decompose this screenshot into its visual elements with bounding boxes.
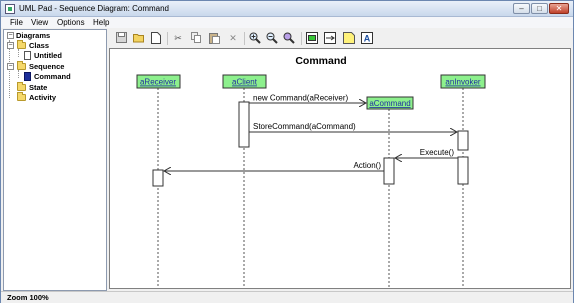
document-icon [24, 51, 31, 60]
tree-node-command[interactable]: Command [22, 72, 102, 82]
toolbar-separator [244, 32, 245, 45]
object-command[interactable]: aCommand [366, 96, 414, 110]
add-text-icon[interactable]: A [361, 32, 373, 44]
tree-node-untitled[interactable]: Untitled [22, 51, 102, 61]
sequence-diagram: Command aReceiver aClient aCommand anInv… [136, 55, 486, 288]
toolbar-separator [301, 32, 302, 45]
object-receiver[interactable]: aReceiver [136, 74, 181, 89]
zoom-status: Zoom 100% [7, 293, 49, 302]
menu-help[interactable]: Help [93, 18, 109, 27]
save-icon[interactable] [115, 32, 127, 44]
paste-icon[interactable] [208, 32, 220, 44]
message-label-action: Action() [353, 161, 381, 170]
object-label-command: aCommand [369, 99, 410, 108]
sequence-diagram-icon [24, 72, 31, 81]
maximize-button[interactable]: □ [531, 3, 548, 14]
app-window: UML Pad - Sequence Diagram: Command – □ … [0, 0, 574, 303]
title-bar[interactable]: UML Pad - Sequence Diagram: Command – □ … [1, 1, 573, 17]
zoom-in-icon[interactable] [249, 32, 261, 44]
activation-client[interactable] [238, 101, 250, 148]
menu-bar: File View Options Help [1, 17, 573, 28]
message-label-execute: Execute() [420, 148, 455, 157]
copy-icon[interactable] [190, 32, 202, 44]
collapse-icon[interactable]: − [7, 63, 14, 70]
tree-node-class[interactable]: − Class [7, 40, 102, 51]
minimize-button[interactable]: – [513, 3, 530, 14]
app-icon [5, 4, 15, 14]
add-note-icon[interactable] [343, 32, 355, 44]
object-label-receiver: aReceiver [140, 78, 176, 87]
svg-text:A: A [364, 34, 371, 44]
folder-icon [17, 82, 26, 91]
toolbar-separator [167, 32, 168, 45]
tree-label-sequence: Sequence [29, 62, 65, 71]
zoom-fit-icon[interactable] [283, 32, 295, 44]
zoom-out-icon[interactable] [266, 32, 278, 44]
diagram-tree[interactable]: − Diagrams − Class Untitled − Sequence C… [3, 29, 107, 291]
object-client[interactable]: aClient [222, 74, 267, 89]
object-invoker[interactable]: anInvoker [440, 74, 486, 89]
menu-file[interactable]: File [10, 18, 23, 27]
add-object-icon[interactable] [306, 32, 318, 44]
tree-label-activity: Activity [29, 93, 57, 102]
diagram-title: Command [295, 55, 346, 67]
folder-icon [17, 40, 26, 49]
tree-label-diagrams: Diagrams [16, 31, 51, 40]
close-button[interactable]: ✕ [549, 3, 569, 14]
message-execute[interactable]: Execute() [395, 148, 458, 158]
message-new-command[interactable]: new Command(aReceiver) [249, 94, 366, 104]
delete-icon[interactable]: ✕ [227, 32, 239, 44]
diagram-canvas[interactable]: Command aReceiver aClient aCommand anInv… [109, 48, 571, 289]
activation-invoker-1[interactable] [457, 130, 469, 151]
object-label-client: aClient [232, 78, 258, 87]
window-title: UML Pad - Sequence Diagram: Command [19, 4, 169, 13]
activation-command[interactable] [383, 157, 395, 185]
tree-node-state[interactable]: State [12, 82, 102, 93]
message-label-new-command: new Command(aReceiver) [253, 94, 348, 103]
tree-label-class: Class [29, 41, 50, 50]
tree-label-untitled: Untitled [34, 51, 62, 60]
message-label-store-command: StoreCommand(aCommand) [253, 122, 356, 131]
folder-icon [17, 92, 26, 101]
folder-icon [17, 61, 26, 70]
toolbar: ✂ ✕ A [109, 29, 571, 47]
new-icon[interactable] [150, 32, 162, 44]
message-store-command[interactable]: StoreCommand(aCommand) [249, 122, 457, 132]
tree-node-activity[interactable]: Activity [12, 92, 102, 103]
activation-receiver[interactable] [152, 169, 164, 187]
menu-view[interactable]: View [31, 18, 48, 27]
add-message-icon[interactable] [324, 32, 336, 44]
collapse-icon[interactable]: − [7, 32, 14, 39]
activation-invoker-2[interactable] [457, 156, 469, 185]
object-label-invoker: anInvoker [445, 78, 480, 87]
message-action[interactable]: Action() [164, 161, 384, 171]
tree-label-state: State [29, 83, 48, 92]
menu-options[interactable]: Options [57, 18, 85, 27]
status-bar: Zoom 100% [1, 291, 573, 303]
tree-node-sequence[interactable]: − Sequence [7, 61, 102, 72]
tree-label-command: Command [34, 72, 71, 81]
collapse-icon[interactable]: − [7, 42, 14, 49]
cut-icon[interactable]: ✂ [172, 32, 184, 44]
open-icon[interactable] [133, 32, 145, 44]
